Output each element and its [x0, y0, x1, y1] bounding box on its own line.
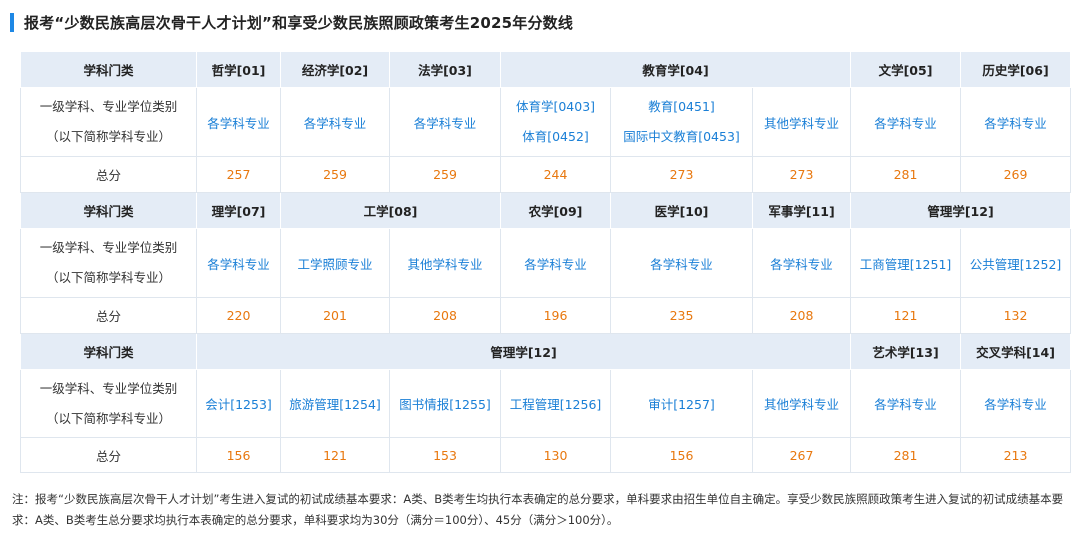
major-link[interactable]: 图书情报[1255] — [389, 369, 501, 438]
major-row-2: 一级学科、专业学位类别 （以下简称学科专业） 各学科专业 工学照顾专业 其他学科专… — [20, 228, 1072, 298]
major-link[interactable]: 教育[0451] — [612, 92, 752, 122]
total-score: 208 — [751, 297, 852, 334]
major-link-group[interactable]: 教育[0451] 国际中文教育[0453] — [610, 87, 753, 157]
major-link[interactable]: 各学科专业 — [500, 228, 611, 298]
total-score: 273 — [751, 156, 852, 193]
category-header: 文学[05] — [850, 51, 962, 88]
total-score: 208 — [389, 297, 501, 334]
total-score: 244 — [500, 156, 611, 193]
major-link[interactable]: 工学照顾专业 — [280, 228, 390, 298]
category-header: 哲学[01] — [196, 51, 281, 88]
score-table: 学科门类 哲学[01] 经济学[02] 法学[03] 教育学[04] 文学[05… — [20, 51, 1072, 473]
total-score: 257 — [196, 156, 281, 193]
major-link[interactable]: 各学科专业 — [196, 87, 281, 157]
major-link[interactable]: 各学科专业 — [751, 228, 852, 298]
total-score: 121 — [280, 437, 390, 473]
major-link[interactable]: 其他学科专业 — [751, 87, 852, 157]
major-row-label: 一级学科、专业学位类别 （以下简称学科专业） — [20, 228, 197, 298]
category-row-1: 学科门类 哲学[01] 经济学[02] 法学[03] 教育学[04] 文学[05… — [20, 51, 1072, 88]
major-link[interactable]: 各学科专业 — [389, 87, 501, 157]
category-label: 学科门类 — [20, 333, 197, 370]
total-score: 281 — [850, 437, 962, 473]
total-row-1: 总分 257 259 259 244 273 273 281 269 — [20, 156, 1072, 193]
total-score: 273 — [610, 156, 753, 193]
category-header: 工学[08] — [280, 192, 501, 229]
category-row-2: 学科门类 理学[07] 工学[08] 农学[09] 医学[10] 军事学[11]… — [20, 192, 1072, 229]
major-row-1: 一级学科、专业学位类别 （以下简称学科专业） 各学科专业 各学科专业 各学科专业 … — [20, 87, 1072, 157]
category-header: 艺术学[13] — [850, 333, 962, 370]
major-row-3: 一级学科、专业学位类别 （以下简称学科专业） 会计[1253] 旅游管理[1254… — [20, 369, 1072, 438]
major-link[interactable]: 各学科专业 — [280, 87, 390, 157]
category-header: 教育学[04] — [499, 51, 852, 88]
major-link[interactable]: 工程管理[1256] — [500, 369, 611, 438]
total-score: 269 — [960, 156, 1072, 193]
major-link[interactable]: 工商管理[1251] — [850, 228, 962, 298]
major-link[interactable]: 体育学[0403] — [502, 92, 610, 122]
total-score: 130 — [500, 437, 611, 473]
major-link[interactable]: 旅游管理[1254] — [280, 369, 390, 438]
category-header: 农学[09] — [500, 192, 611, 229]
category-header: 理学[07] — [196, 192, 281, 229]
total-score: 201 — [280, 297, 390, 334]
total-score: 132 — [960, 297, 1072, 334]
major-row-label: 一级学科、专业学位类别 （以下简称学科专业） — [20, 87, 197, 157]
total-score: 235 — [610, 297, 753, 334]
total-score: 259 — [280, 156, 390, 193]
major-link[interactable]: 审计[1257] — [610, 369, 753, 438]
category-header: 经济学[02] — [280, 51, 390, 88]
category-header: 历史学[06] — [960, 51, 1072, 88]
page-title: 报考“少数民族高层次骨干人才计划”和享受少数民族照顾政策考生2025年分数线 — [24, 13, 574, 32]
major-link[interactable]: 各学科专业 — [196, 228, 281, 298]
total-score: 267 — [751, 437, 852, 473]
major-link[interactable]: 其他学科专业 — [751, 369, 852, 438]
page-header: 报考“少数民族高层次骨干人才计划”和享受少数民族照顾政策考生2025年分数线 — [10, 9, 573, 35]
total-score: 213 — [960, 437, 1072, 473]
total-label: 总分 — [20, 297, 197, 334]
total-score: 153 — [389, 437, 501, 473]
category-header: 军事学[11] — [751, 192, 852, 229]
major-link[interactable]: 会计[1253] — [196, 369, 281, 438]
major-link[interactable]: 公共管理[1252] — [960, 228, 1072, 298]
major-link[interactable]: 其他学科专业 — [389, 228, 501, 298]
title-accent-bar — [10, 12, 14, 32]
total-score: 220 — [196, 297, 281, 334]
category-header: 交叉学科[14] — [960, 333, 1072, 370]
category-header: 管理学[12] — [850, 192, 1072, 229]
total-label: 总分 — [20, 156, 197, 193]
total-score: 156 — [610, 437, 753, 473]
category-header: 医学[10] — [610, 192, 753, 229]
major-link[interactable]: 国际中文教育[0453] — [612, 122, 752, 152]
major-link[interactable]: 各学科专业 — [960, 87, 1072, 157]
total-score: 156 — [196, 437, 281, 473]
total-row-3: 总分 156 121 153 130 156 267 281 213 — [20, 437, 1072, 473]
major-link[interactable]: 各学科专业 — [850, 87, 962, 157]
total-label: 总分 — [20, 437, 197, 473]
total-row-2: 总分 220 201 208 196 235 208 121 132 — [20, 297, 1072, 334]
major-link[interactable]: 体育[0452] — [502, 122, 610, 152]
total-score: 121 — [850, 297, 962, 334]
major-row-label: 一级学科、专业学位类别 （以下简称学科专业） — [20, 369, 197, 438]
total-score: 259 — [389, 156, 501, 193]
total-score: 196 — [500, 297, 611, 334]
total-score: 281 — [850, 156, 962, 193]
major-link[interactable]: 各学科专业 — [960, 369, 1072, 438]
major-link-group[interactable]: 体育学[0403] 体育[0452] — [500, 87, 611, 157]
category-row-3: 学科门类 管理学[12] 艺术学[13] 交叉学科[14] — [20, 333, 1072, 370]
category-header: 法学[03] — [389, 51, 501, 88]
footnote: 注：报考“少数民族高层次骨干人才计划”考生进入复试的初试成绩基本要求：A类、B类… — [12, 492, 1064, 527]
category-label: 学科门类 — [20, 192, 197, 229]
major-link[interactable]: 各学科专业 — [850, 369, 962, 438]
category-header: 管理学[12] — [195, 333, 852, 370]
major-link[interactable]: 各学科专业 — [610, 228, 753, 298]
category-label: 学科门类 — [20, 51, 197, 88]
